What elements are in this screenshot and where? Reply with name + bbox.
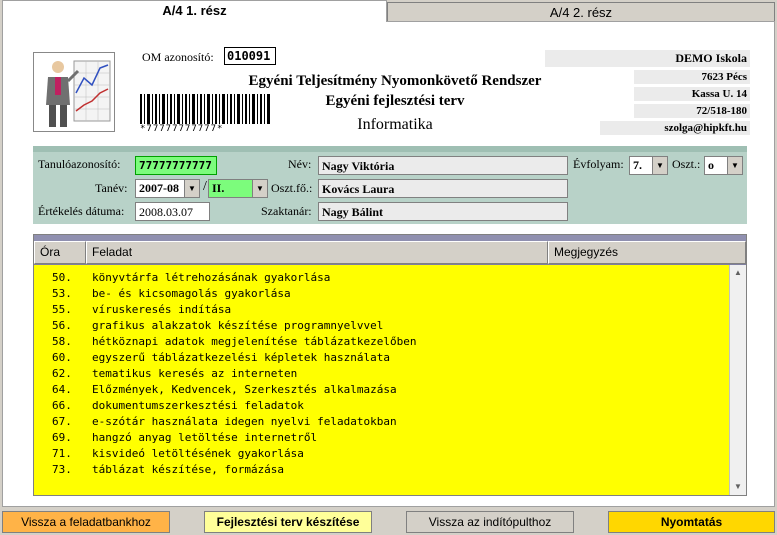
row-hour: 67.	[52, 415, 72, 428]
back-to-dashboard-button[interactable]: Vissza az indítópulthoz	[406, 511, 574, 533]
row-hour: 58.	[52, 335, 72, 348]
row-hour: 50.	[52, 271, 72, 284]
row-hour: 62.	[52, 367, 72, 380]
row-task: víruskeresés indítása	[92, 303, 232, 316]
chevron-down-icon[interactable]: ▼	[652, 157, 667, 174]
row-hour: 53.	[52, 287, 72, 300]
table-row[interactable]: 56. grafikus alakzatok készítése programn…	[34, 318, 729, 334]
grade-select[interactable]: 7. ▼	[629, 156, 668, 175]
table-header: Óra Feladat Megjegyzés	[34, 235, 746, 265]
row-hour: 56.	[52, 319, 72, 332]
class-label: Oszt.:	[672, 157, 701, 171]
task-table: Óra Feladat Megjegyzés 50. könyvtárfa lét…	[33, 234, 747, 496]
chevron-down-icon[interactable]: ▼	[727, 157, 742, 174]
row-task: dokumentumszerkesztési feladatok	[92, 399, 304, 412]
eval-date-label: Értékelés dátuma:	[38, 204, 125, 218]
row-task: e-szótár használata idegen nyelvi felada…	[92, 415, 397, 428]
table-row[interactable]: 66. dokumentumszerkesztési feladatok	[34, 398, 729, 414]
row-task: be- és kicsomagolás gyakorlása	[92, 287, 291, 300]
row-task: táblázat készítése, formázása	[92, 463, 285, 476]
scrollbar[interactable]: ▲ ▼	[729, 265, 746, 495]
col-header-task[interactable]: Feladat	[86, 241, 548, 264]
table-row[interactable]: 55. víruskeresés indítása	[34, 302, 729, 318]
school-name: DEMO Iskola	[545, 50, 750, 67]
student-id-label: Tanulóazonosító:	[38, 157, 121, 171]
row-task: egyszerű táblázatkezelési képletek haszn…	[92, 351, 391, 364]
table-row[interactable]: 58. hétköznapi adatok megjelenítése táblá…	[34, 334, 729, 350]
table-row[interactable]: 67. e-szótár használata idegen nyelvi fel…	[34, 414, 729, 430]
term-select[interactable]: II. ▼	[208, 179, 268, 198]
class-value: o	[708, 158, 714, 172]
row-task: hangzó anyag letöltése internetről	[92, 431, 318, 444]
scroll-down-icon[interactable]: ▼	[730, 479, 746, 495]
tab-part1[interactable]: A/4 1. rész	[2, 0, 387, 22]
col-header-hour[interactable]: Óra	[34, 241, 86, 264]
head-teacher-field: Kovács Laura	[318, 179, 568, 198]
row-task: hétköznapi adatok megjelenítése táblázat…	[92, 335, 417, 348]
year-select[interactable]: 2007-08 ▼	[135, 179, 200, 198]
page-title: Egyéni Teljesítmény Nyomonkövető Rendsze…	[248, 73, 542, 89]
chevron-down-icon[interactable]: ▼	[252, 180, 267, 197]
table-row[interactable]: 53. be- és kicsomagolás gyakorlása	[34, 286, 729, 302]
teacher-field: Nagy Bálint	[318, 202, 568, 221]
school-phone: 72/518-180	[634, 104, 750, 118]
row-hour: 69.	[52, 431, 72, 444]
student-id-field[interactable]: 77777777777	[135, 156, 217, 175]
table-row[interactable]: 50. könyvtárfa létrehozásának gyakorlása	[34, 270, 729, 286]
eval-date-field[interactable]: 2008.03.07	[135, 202, 210, 221]
class-select[interactable]: o ▼	[704, 156, 743, 175]
tab-bar: A/4 1. rész A/4 2. rész	[0, 0, 777, 22]
table-row[interactable]: 62. tematikus keresés az interneten	[34, 366, 729, 382]
row-task: grafikus alakzatok készítése programnyel…	[92, 319, 384, 332]
page-subtitle: Egyéni fejlesztési terv	[325, 93, 465, 109]
print-button[interactable]: Nyomtatás	[608, 511, 775, 533]
year-value: 2007-08	[139, 181, 179, 195]
tab-part2[interactable]: A/4 2. rész	[387, 2, 775, 22]
row-task: könyvtárfa létrehozásának gyakorlása	[92, 271, 331, 284]
head-teacher-label: Oszt.fő.:	[271, 181, 313, 195]
row-hour: 55.	[52, 303, 72, 316]
grade-value: 7.	[633, 158, 642, 172]
om-label: OM azonosító:	[142, 50, 214, 64]
school-street: Kassa U. 14	[634, 87, 750, 101]
col-header-note[interactable]: Megjegyzés	[548, 241, 746, 264]
table-row[interactable]: 73. táblázat készítése, formázása	[34, 462, 729, 478]
name-field: Nagy Viktória	[318, 156, 568, 175]
table-row[interactable]: 64. Előzmények, Kedvencek, Szerkesztés al…	[34, 382, 729, 398]
scroll-up-icon[interactable]: ▲	[730, 265, 746, 281]
chevron-down-icon[interactable]: ▼	[184, 180, 199, 197]
presenter-chart-icon	[46, 60, 111, 127]
subject-name: Informatika	[357, 116, 433, 133]
om-value: 010091	[224, 47, 276, 65]
create-plan-button[interactable]: Fejlesztési terv készítése	[204, 511, 372, 533]
row-task: kisvideó letöltésének gyakorlása	[92, 447, 304, 460]
year-label: Tanév:	[95, 181, 128, 195]
table-row[interactable]: 71. kisvideó letöltésének gyakorlása	[34, 446, 729, 462]
grade-label: Évfolyam:	[573, 157, 624, 171]
row-hour: 71.	[52, 447, 72, 460]
table-body[interactable]: 50. könyvtárfa létrehozásának gyakorlása 5…	[34, 265, 746, 495]
row-hour: 64.	[52, 383, 72, 396]
table-row[interactable]: 69. hangzó anyag letöltése internetről	[34, 430, 729, 446]
school-email: szolga@hipkft.hu	[600, 121, 750, 135]
teacher-label: Szaktanár:	[261, 204, 312, 218]
row-hour: 73.	[52, 463, 72, 476]
row-task: Előzmények, Kedvencek, Szerkesztés alkal…	[92, 383, 397, 396]
back-to-taskbank-button[interactable]: Vissza a feladatbankhoz	[2, 511, 170, 533]
row-hour: 66.	[52, 399, 72, 412]
name-label: Név:	[288, 157, 312, 171]
row-hour: 60.	[52, 351, 72, 364]
row-task: tematikus keresés az interneten	[92, 367, 298, 380]
school-city: 7623 Pécs	[634, 70, 750, 84]
table-row[interactable]: 60. egyszerű táblázatkezelési képletek ha…	[34, 350, 729, 366]
presenter-logo	[33, 52, 115, 132]
term-value: II.	[212, 181, 225, 195]
year-term-separator: /	[203, 179, 207, 194]
